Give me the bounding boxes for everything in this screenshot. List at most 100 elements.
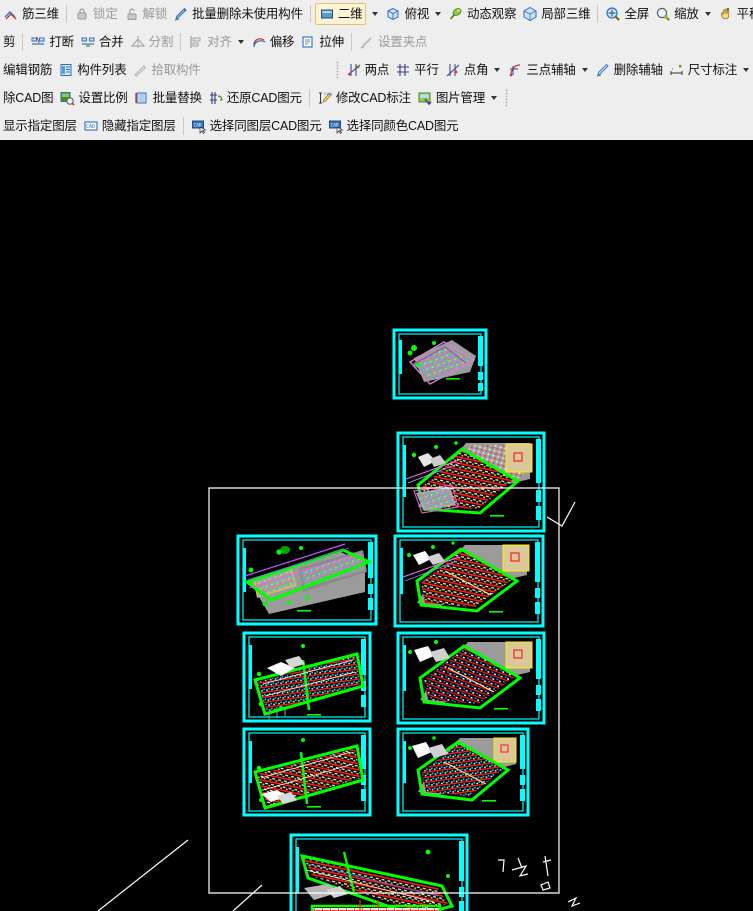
toolbar-button-select-same-color[interactable]: CAD 选择同颜色CAD图元 [325, 115, 462, 137]
three-point-axis-icon [507, 62, 523, 78]
toolbar-dropdown-two-dimension[interactable] [366, 3, 382, 25]
zoom-icon [655, 6, 671, 22]
offset-icon [251, 34, 267, 50]
select-same-layer-icon: CAD [191, 118, 207, 134]
lock-icon [74, 6, 90, 22]
toolbar-button-label: 构件列表 [77, 62, 127, 77]
toolbar-button-merge[interactable]: 合并 [77, 31, 127, 53]
toolbar-button-zoom[interactable]: 缩放 [652, 3, 715, 25]
toolbar-separator [350, 33, 352, 51]
chevron-down-icon[interactable] [435, 12, 442, 16]
toolbar-separator [65, 5, 67, 23]
stretch-icon [300, 34, 316, 50]
split-icon [130, 34, 146, 50]
toolbar-button-hide-layer[interactable]: CAD 隐藏指定图层 [80, 115, 179, 137]
toolbar-button-split[interactable]: 分割 [127, 31, 177, 53]
toolbar-button-label: 局部三维 [541, 6, 591, 21]
fullscreen-icon [605, 6, 621, 22]
toolbar-button-set-grip[interactable]: 设置夹点 [356, 31, 430, 53]
toolbar-button-component-list[interactable]: 构件列表 [55, 59, 129, 81]
toolbar-button-stretch[interactable]: 拉伸 [297, 31, 347, 53]
toolbar-button-label: 批量删除未使用构件 [192, 6, 303, 21]
toolbar-button-fullscreen[interactable]: 全屏 [602, 3, 652, 25]
batch-delete-icon [173, 6, 189, 22]
toolbar-button-three-point-axis[interactable]: 三点辅轴 [504, 59, 591, 81]
toolbar-button-edit-rebar[interactable]: 编辑钢筋 [0, 59, 55, 81]
hide-layer-icon: CAD [83, 118, 99, 134]
cad-drawing-canvas[interactable] [0, 140, 753, 911]
toolbar-button-label: 二维 [337, 6, 363, 21]
toolbar-button-label: 批量替换 [152, 90, 202, 105]
two-point-icon [346, 62, 362, 78]
toolbar-button-clear-cad[interactable]: 除CAD图 [0, 87, 56, 109]
toolbar-button-select-same-layer[interactable]: CAD 选择同图层CAD图元 [188, 115, 325, 137]
toolbar-button-modify-cad-label[interactable]: CAD 修改CAD标注 [314, 87, 414, 109]
toolbar-button-label: 缩放 [674, 6, 699, 21]
component-list-icon [58, 62, 74, 78]
toolbar-button-batch-replace[interactable]: 批量替换 [131, 87, 205, 109]
toolbar-button-local-3d[interactable]: 局部三维 [519, 3, 593, 25]
toolbar-button-restore-cad[interactable]: 还原CAD图元 [205, 87, 305, 109]
toolbar-button-parallel[interactable]: 平行 [392, 59, 442, 81]
toolbar-button-point-angle[interactable]: 点角 [442, 59, 505, 81]
toolbar-button-set-scale[interactable]: 设置比例 [56, 87, 130, 109]
toolbar-button-label: 锁定 [92, 6, 118, 21]
toolbar-button-offset[interactable]: 偏移 [248, 31, 298, 53]
parallel-icon [395, 62, 411, 78]
toolbar-button-label: 筋三维 [22, 6, 59, 21]
toolbar-button-two-point[interactable]: 两点 [343, 59, 393, 81]
select-same-color-icon: CAD [328, 118, 344, 134]
toolbar-button-label: 三点辅轴 [526, 62, 576, 77]
toolbar-button-trim[interactable]: 剪 [0, 31, 18, 53]
toolbar-button-label: 动态观察 [467, 6, 517, 21]
toolbar-button-label: 打断 [49, 34, 74, 49]
toolbar-button-label: 删除辅轴 [613, 62, 663, 77]
chevron-down-icon[interactable] [494, 68, 501, 72]
toolbar-button-dynamic-observe[interactable]: 动态观察 [445, 3, 519, 25]
toolbar-button-batch-delete-unused[interactable]: 批量删除未使用构件 [170, 3, 306, 25]
toolbar-button-rebar-3d[interactable]: 筋三维 [0, 3, 62, 25]
toolbar-button-lock[interactable]: 锁定 [71, 3, 121, 25]
point-angle-icon [445, 62, 461, 78]
toolbar-button-label: 图片管理 [435, 90, 486, 105]
toolbar-button-align[interactable]: 对齐 [185, 31, 248, 53]
toolbar-button-two-dimension[interactable]: 二维 [314, 3, 367, 25]
toolbar-button-break[interactable]: 打断 [27, 31, 77, 53]
application-window: 筋三维 锁定 解锁 批量删除未使用构件 二维 俯视 动态观察 局部三维 全屏 缩… [0, 0, 753, 911]
toolbar-button-image-manager[interactable]: 图片管理 [414, 87, 501, 109]
toolbar-button-label: 两点 [364, 62, 390, 77]
toolbar-button-label: 剪 [3, 34, 16, 49]
toolbar-button-label: 设置比例 [78, 90, 128, 105]
toolbar-button-pan[interactable]: 平移 [715, 3, 753, 25]
toolbar-button-label: 平移 [736, 6, 753, 21]
two-dimension-icon [319, 6, 335, 22]
toolbar-button-label: 拉伸 [319, 34, 344, 49]
toolbar-separator [22, 33, 24, 51]
unlock-icon [124, 6, 140, 22]
toolbar-button-label: 隐藏指定图层 [101, 118, 176, 133]
chevron-down-icon[interactable] [491, 96, 498, 100]
local-3d-icon [522, 6, 538, 22]
chevron-down-icon[interactable] [743, 68, 749, 72]
toolbar-button-label: 俯视 [404, 6, 430, 21]
cad-drawing-svg[interactable] [0, 140, 753, 911]
edit-toolbar: 剪 打断 合并 分割 对齐 偏移 拉伸 设置夹点 [0, 28, 753, 56]
toolbar-button-top-view[interactable]: 俯视 [382, 3, 445, 25]
merge-icon [80, 34, 96, 50]
toolbar-button-dimension[interactable]: 尺寸标注 [666, 59, 753, 81]
toolbar-button-delete-axis[interactable]: 删除辅轴 [592, 59, 666, 81]
chevron-down-icon[interactable] [237, 40, 244, 44]
toolbar-separator [180, 33, 182, 51]
toolbar-button-unlock[interactable]: 解锁 [121, 3, 171, 25]
chevron-down-icon[interactable] [581, 68, 588, 72]
toolbar-button-label: 还原CAD图元 [226, 90, 302, 105]
svg-text:CAD: CAD [324, 91, 333, 96]
toolbar-grip[interactable] [335, 61, 339, 79]
chevron-down-icon [372, 12, 379, 16]
toolbar-separator [309, 5, 311, 23]
chevron-down-icon[interactable] [704, 12, 711, 16]
toolbar-button-pick-component[interactable]: 拾取构件 [129, 59, 203, 81]
toolbar-button-show-layer[interactable]: 显示指定图层 [0, 115, 80, 137]
toolbar-button-label: 对齐 [207, 34, 232, 49]
toolbar-grip[interactable] [505, 89, 509, 107]
